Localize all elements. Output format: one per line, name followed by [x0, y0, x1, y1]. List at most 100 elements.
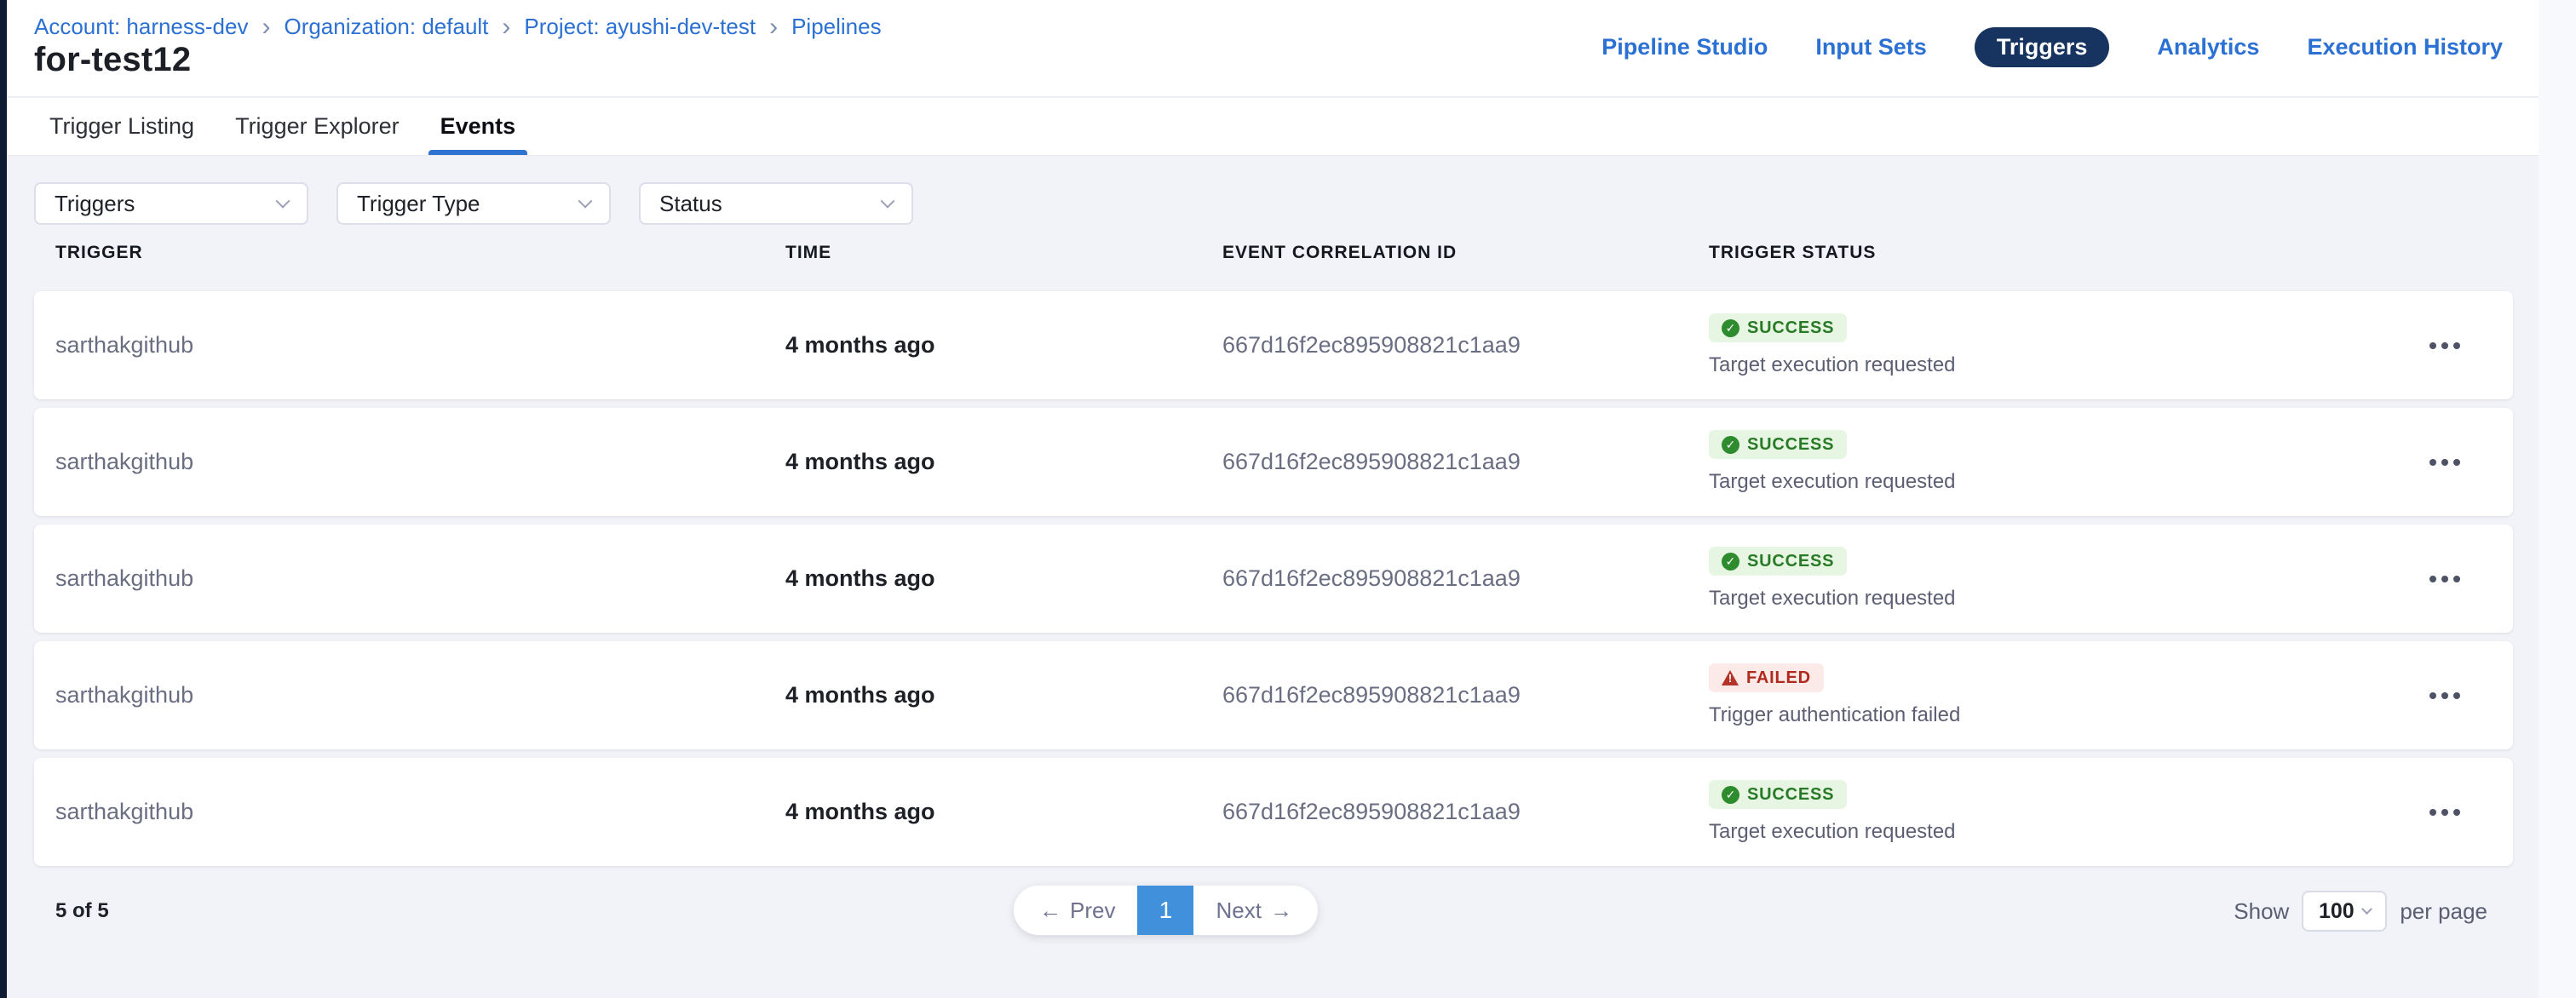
status-label: FAILED — [1746, 668, 1811, 688]
status-message: Target execution requested — [1709, 820, 1956, 844]
status-label: SUCCESS — [1747, 552, 1834, 571]
next-page-button[interactable]: Next → — [1193, 886, 1317, 935]
breadcrumb-link-organization[interactable]: Organization: default — [284, 14, 488, 40]
column-header-time: TIME — [785, 243, 1222, 263]
per-page-label: per page — [2400, 898, 2487, 925]
time-cell: 4 months ago — [785, 332, 1222, 358]
table-row: sarthakgithub4 months ago667d16f2ec89590… — [34, 758, 2513, 866]
results-count: 5 of 5 — [55, 899, 109, 923]
filter-triggers[interactable]: Triggers — [34, 182, 308, 225]
status-label: SUCCESS — [1747, 435, 1834, 455]
status-message: Trigger authentication failed — [1709, 703, 1960, 727]
trigger-status-cell: ! FAILED Trigger authentication failed — [1709, 641, 2513, 749]
status-message: Target execution requested — [1709, 587, 1956, 611]
check-circle-icon: ✓ — [1722, 436, 1739, 454]
breadcrumb: Account: harness-dev › Organization: defau… — [34, 14, 882, 40]
trigger-cell: sarthakgithub — [55, 799, 785, 825]
table-row: sarthakgithub4 months ago667d16f2ec89590… — [34, 291, 2513, 399]
chevron-down-icon — [276, 194, 290, 209]
event-correlation-id-cell: 667d16f2ec895908821c1aa9 — [1222, 449, 1709, 475]
row-options-button[interactable] — [2424, 337, 2465, 354]
tab-trigger-listing[interactable]: Trigger Listing — [46, 98, 198, 155]
tab-bar: Trigger Listing Trigger Explorer Events — [7, 96, 2539, 156]
filter-trigger-type[interactable]: Trigger Type — [336, 182, 611, 225]
table-row: sarthakgithub4 months ago667d16f2ec89590… — [34, 525, 2513, 633]
events-table: sarthakgithub4 months ago667d16f2ec89590… — [34, 291, 2513, 866]
status-label: SUCCESS — [1747, 785, 1834, 805]
row-options-button[interactable] — [2424, 687, 2465, 704]
pipeline-nav: Pipeline Studio Input Sets Triggers Analyti… — [1601, 30, 2503, 64]
page-size-control: Show 100 per page — [2234, 891, 2487, 932]
current-page-button[interactable]: 1 — [1137, 886, 1193, 935]
trigger-cell: sarthakgithub — [55, 449, 785, 475]
arrow-right-icon: → — [1270, 898, 1292, 924]
left-nav-edge — [0, 0, 7, 998]
check-circle-icon: ✓ — [1722, 553, 1739, 571]
column-header-trigger-status: TRIGGER STATUS — [1709, 243, 2513, 263]
page-header: Account: harness-dev › Organization: defau… — [7, 0, 2539, 96]
time-cell: 4 months ago — [785, 799, 1222, 825]
events-content: Triggers Trigger Type Status TRIGGERTIMEEV… — [7, 156, 2539, 998]
show-label: Show — [2234, 898, 2289, 925]
next-label: Next — [1216, 898, 1261, 924]
chevron-down-icon — [578, 194, 593, 209]
pagination: ← Prev 1 Next → — [1014, 886, 1318, 935]
time-cell: 4 months ago — [785, 449, 1222, 475]
time-cell: 4 months ago — [785, 565, 1222, 592]
prev-label: Prev — [1070, 898, 1115, 924]
tab-events[interactable]: Events — [437, 98, 520, 155]
trigger-cell: sarthakgithub — [55, 565, 785, 592]
warning-triangle-icon: ! — [1722, 670, 1739, 685]
page-size-select[interactable]: 100 — [2302, 891, 2387, 932]
nav-analytics[interactable]: Analytics — [2157, 34, 2259, 60]
breadcrumb-link-account[interactable]: Account: harness-dev — [34, 14, 248, 40]
tab-trigger-explorer[interactable]: Trigger Explorer — [232, 98, 403, 155]
nav-pipeline-studio[interactable]: Pipeline Studio — [1601, 34, 1768, 60]
filter-status[interactable]: Status — [639, 182, 913, 225]
page-title: for-test12 — [34, 41, 191, 79]
event-correlation-id-cell: 667d16f2ec895908821c1aa9 — [1222, 565, 1709, 592]
row-options-button[interactable] — [2424, 804, 2465, 821]
chevron-down-icon — [2361, 903, 2372, 915]
breadcrumb-link-project[interactable]: Project: ayushi-dev-test — [524, 14, 756, 40]
row-options-button[interactable] — [2424, 571, 2465, 588]
status-message: Target execution requested — [1709, 470, 1956, 494]
breadcrumb-separator: › — [262, 16, 270, 38]
status-badge: ✓ SUCCESS — [1709, 430, 1847, 459]
nav-input-sets[interactable]: Input Sets — [1815, 34, 1927, 60]
triggers-events-page: Account: harness-dev › Organization: defau… — [7, 0, 2539, 998]
event-correlation-id-cell: 667d16f2ec895908821c1aa9 — [1222, 682, 1709, 708]
event-correlation-id-cell: 667d16f2ec895908821c1aa9 — [1222, 332, 1709, 358]
filter-label: Triggers — [55, 191, 135, 217]
check-circle-icon: ✓ — [1722, 319, 1739, 337]
status-label: SUCCESS — [1747, 318, 1834, 338]
nav-triggers[interactable]: Triggers — [1975, 27, 2110, 67]
breadcrumb-link-pipelines[interactable]: Pipelines — [791, 14, 882, 40]
chevron-down-icon — [881, 194, 895, 209]
column-header-event-correlation-id: EVENT CORRELATION ID — [1222, 243, 1709, 263]
table-row: sarthakgithub4 months ago667d16f2ec89590… — [34, 641, 2513, 749]
trigger-status-cell: ✓ SUCCESS Target execution requested — [1709, 408, 2513, 516]
filter-label: Trigger Type — [357, 191, 480, 217]
breadcrumb-separator: › — [502, 16, 510, 38]
status-badge: ✓ SUCCESS — [1709, 313, 1847, 342]
row-options-button[interactable] — [2424, 454, 2465, 471]
filter-label: Status — [659, 191, 722, 217]
check-circle-icon: ✓ — [1722, 786, 1739, 804]
prev-page-button[interactable]: ← Prev — [1014, 886, 1137, 935]
page-size-value: 100 — [2319, 899, 2355, 924]
column-header-trigger: TRIGGER — [55, 243, 785, 263]
filter-bar: Triggers Trigger Type Status — [34, 182, 913, 225]
status-badge: ! FAILED — [1709, 663, 1824, 692]
status-message: Target execution requested — [1709, 353, 1956, 377]
status-badge: ✓ SUCCESS — [1709, 547, 1847, 576]
table-footer: 5 of 5 ← Prev 1 Next → Show 100 per pa — [7, 886, 2539, 937]
time-cell: 4 months ago — [785, 682, 1222, 708]
trigger-cell: sarthakgithub — [55, 332, 785, 358]
trigger-cell: sarthakgithub — [55, 682, 785, 708]
arrow-left-icon: ← — [1039, 898, 1061, 924]
nav-execution-history[interactable]: Execution History — [2307, 34, 2503, 60]
breadcrumb-separator: › — [769, 16, 778, 38]
table-header: TRIGGERTIMEEVENT CORRELATION IDTRIGGER S… — [34, 243, 2513, 263]
trigger-status-cell: ✓ SUCCESS Target execution requested — [1709, 291, 2513, 399]
